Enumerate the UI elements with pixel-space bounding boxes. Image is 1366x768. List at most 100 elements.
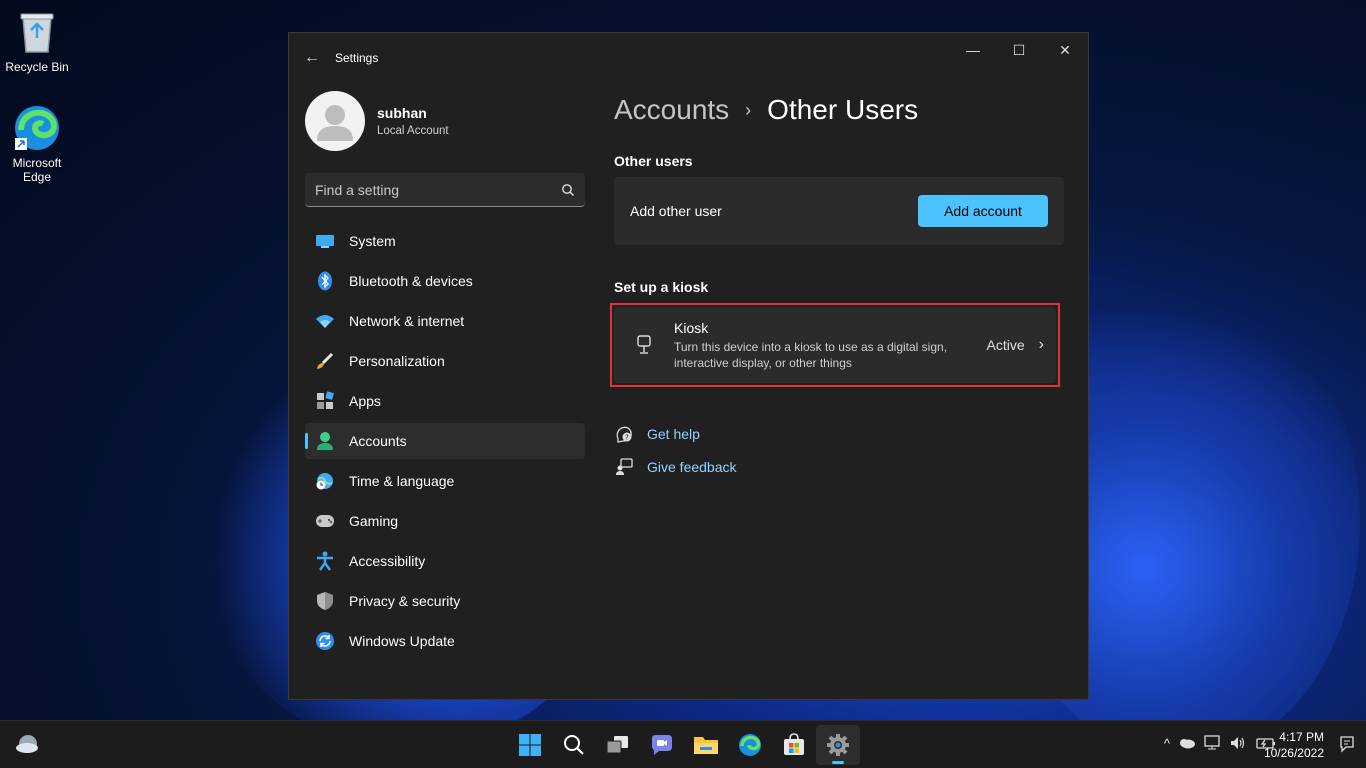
update-icon — [315, 631, 335, 651]
search-input[interactable] — [315, 181, 561, 198]
store-button[interactable] — [772, 725, 816, 765]
notification-button[interactable] — [1338, 735, 1356, 758]
chat-button[interactable] — [640, 725, 684, 765]
nav-item-label: System — [349, 233, 396, 249]
profile-account-type: Local Account — [377, 125, 449, 137]
search-icon[interactable] — [561, 183, 575, 197]
chevron-right-icon: › — [1038, 336, 1044, 353]
volume-icon[interactable] — [1230, 735, 1248, 751]
add-other-user-label: Add other user — [630, 203, 722, 219]
nav-item-personalization[interactable]: Personalization — [305, 343, 585, 379]
task-view-button[interactable] — [596, 725, 640, 765]
onedrive-icon[interactable] — [1178, 737, 1196, 749]
maximize-button[interactable]: ☐ — [996, 33, 1042, 67]
chat-icon — [652, 735, 672, 755]
get-help-link[interactable]: ? Get help — [614, 417, 1064, 450]
nav-item-label: Gaming — [349, 513, 399, 529]
wifi-icon — [315, 311, 335, 331]
shield-icon — [315, 591, 335, 611]
taskbar-search-button[interactable] — [552, 725, 596, 765]
nav-item-label: Apps — [349, 393, 381, 409]
nav-item-accounts[interactable]: Accounts — [305, 423, 585, 459]
globe-clock-icon — [315, 471, 335, 491]
kiosk-card[interactable]: Kiosk Turn this device into a kiosk to u… — [614, 307, 1056, 383]
network-icon[interactable] — [1204, 735, 1222, 751]
section-heading-kiosk: Set up a kiosk — [614, 279, 709, 295]
nav-item-windows-update[interactable]: Windows Update — [305, 623, 585, 659]
store-icon — [784, 733, 804, 755]
profile-card[interactable]: subhan Local Account — [305, 83, 585, 159]
help-links: ? Get help Give feedback — [614, 417, 1064, 483]
page-title: Other Users — [767, 94, 919, 125]
svg-text:?: ? — [625, 433, 629, 441]
apps-icon — [315, 391, 335, 411]
recycle-bin-icon — [13, 8, 61, 56]
add-other-user-card: Add other user Add account — [614, 177, 1064, 245]
add-account-button[interactable]: Add account — [918, 195, 1048, 227]
file-explorer-icon — [694, 737, 718, 754]
content-pane: Accounts › Other Users Other users Add o… — [610, 83, 1064, 483]
minimize-button[interactable]: — — [950, 33, 996, 67]
kiosk-highlight-box: Kiosk Turn this device into a kiosk to u… — [610, 303, 1060, 387]
nav-item-label: Windows Update — [349, 633, 455, 649]
system-icon — [315, 231, 335, 251]
edge-taskbar-button[interactable] — [728, 725, 772, 765]
search-icon — [564, 735, 584, 755]
nav-item-network-internet[interactable]: Network & internet — [305, 303, 585, 339]
brush-icon — [315, 351, 335, 371]
task-view-icon — [606, 736, 628, 754]
get-help-label: Get help — [647, 425, 700, 442]
navigation-pane: subhan Local Account System B — [305, 83, 585, 663]
nav-item-time-language[interactable]: Time & language — [305, 463, 585, 499]
clock-date: 10/26/2022 — [1263, 746, 1324, 760]
nav-item-apps[interactable]: Apps — [305, 383, 585, 419]
start-icon — [519, 734, 541, 756]
kiosk-icon — [632, 335, 656, 355]
user-icon — [317, 105, 353, 141]
nav-item-label: Accessibility — [349, 553, 426, 569]
edge-icon — [739, 734, 761, 756]
show-hidden-icons-button[interactable]: ^ — [1164, 736, 1170, 751]
chevron-right-icon: › — [745, 99, 752, 120]
back-button[interactable]: ← — [289, 33, 335, 83]
desktop-icon-recycle-bin[interactable]: Recycle Bin — [0, 8, 74, 74]
taskbar: ^ 4:17 PM 10/26/2022 — [0, 720, 1366, 768]
accounts-icon — [315, 431, 335, 451]
clock-time: 4:17 PM — [1279, 730, 1324, 744]
gamepad-icon — [315, 511, 335, 531]
settings-icon — [827, 734, 849, 756]
nav-item-label: Bluetooth & devices — [349, 273, 473, 289]
give-feedback-label: Give feedback — [647, 458, 737, 475]
section-heading-other-users: Other users — [614, 153, 693, 169]
window-title: Settings — [335, 51, 379, 65]
title-bar: ← Settings — ☐ ✕ — [289, 33, 1088, 83]
notification-icon — [1340, 736, 1354, 753]
accessibility-icon — [315, 551, 335, 571]
search-box[interactable] — [305, 173, 585, 207]
kiosk-description: Turn this device into a kiosk to use as … — [674, 339, 948, 370]
nav-item-privacy-security[interactable]: Privacy & security — [305, 583, 585, 619]
nav-item-accessibility[interactable]: Accessibility — [305, 543, 585, 579]
profile-name: subhan — [377, 105, 427, 121]
close-button[interactable]: ✕ — [1042, 33, 1088, 67]
weather-widget[interactable] — [14, 733, 40, 760]
start-button[interactable] — [508, 725, 552, 765]
arrow-left-icon: ← — [304, 49, 320, 66]
settings-taskbar-button[interactable] — [816, 725, 860, 765]
desktop-icon-edge[interactable]: Microsoft Edge — [0, 104, 74, 184]
breadcrumb-parent[interactable]: Accounts — [614, 94, 729, 126]
taskbar-clock[interactable]: 4:17 PM 10/26/2022 — [1264, 729, 1324, 761]
kiosk-title: Kiosk — [674, 319, 709, 336]
nav-item-system[interactable]: System — [305, 223, 585, 259]
desktop-icon-label: Recycle Bin — [5, 60, 69, 74]
edge-icon — [13, 104, 61, 152]
caption-buttons: — ☐ ✕ — [950, 33, 1088, 67]
file-explorer-button[interactable] — [684, 725, 728, 765]
nav-item-bluetooth-devices[interactable]: Bluetooth & devices — [305, 263, 585, 299]
give-feedback-link[interactable]: Give feedback — [614, 450, 1064, 483]
desktop-icon-label: Microsoft Edge — [12, 156, 62, 184]
nav-item-gaming[interactable]: Gaming — [305, 503, 585, 539]
breadcrumb: Accounts › Other Users — [614, 93, 1064, 127]
cloud-icon — [16, 735, 38, 753]
bluetooth-icon — [315, 271, 335, 291]
